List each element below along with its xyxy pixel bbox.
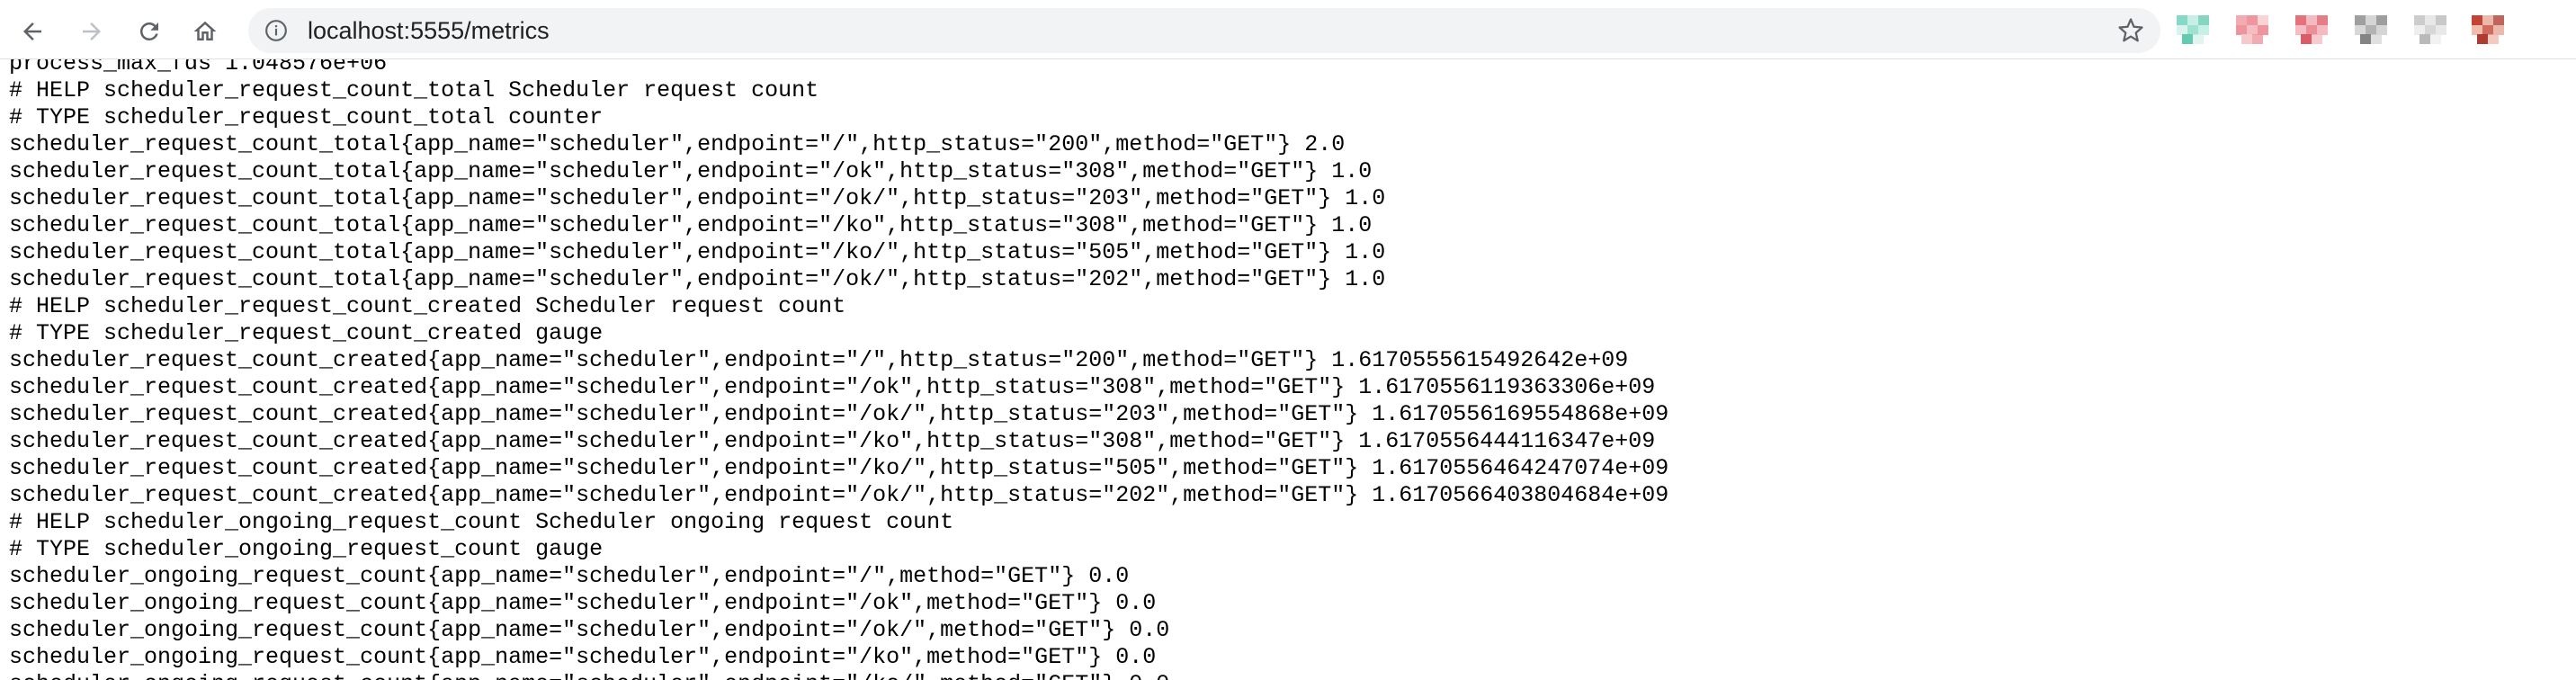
metric-line: scheduler_request_count_created{app_name…: [9, 401, 1669, 427]
arrow-left-icon: [23, 22, 41, 40]
metric-line: scheduler_request_count_created{app_name…: [9, 374, 1656, 400]
metric-line: scheduler_ongoing_request_count{app_name…: [9, 590, 1157, 616]
metric-line: # TYPE scheduler_request_count_created g…: [9, 320, 604, 346]
metric-line: scheduler_request_count_total{app_name="…: [9, 158, 1373, 184]
metric-line: scheduler_ongoing_request_count{app_name…: [9, 617, 1170, 643]
metric-line: scheduler_request_count_total{app_name="…: [9, 212, 1373, 238]
back-button[interactable]: [14, 13, 50, 49]
browser-toolbar: localhost:5555/metrics: [0, 0, 2576, 59]
metric-line: scheduler_request_count_created{app_name…: [9, 455, 1669, 481]
metric-line: # TYPE scheduler_ongoing_request_count g…: [9, 536, 604, 562]
metric-line: scheduler_request_count_total{app_name="…: [9, 185, 1386, 211]
extension-icon[interactable]: [2177, 15, 2209, 44]
metric-line: scheduler_request_count_total{app_name="…: [9, 131, 1346, 157]
metric-line: scheduler_ongoing_request_count{app_name…: [9, 671, 1668, 680]
metric-line: scheduler_request_count_created{app_name…: [9, 428, 1656, 454]
extension-icon[interactable]: [2295, 15, 2328, 44]
arrow-right-icon: [83, 22, 101, 40]
metrics-text: process_max_fds 1.048576e+06 # HELP sched…: [9, 50, 1668, 680]
metric-line: # HELP scheduler_ongoing_request_count S…: [9, 509, 954, 535]
metric-line: scheduler_request_count_total{app_name="…: [9, 239, 1386, 265]
metric-line: # HELP scheduler_request_count_created S…: [9, 293, 846, 319]
metric-line: scheduler_request_count_total{app_name="…: [9, 266, 1386, 292]
metric-line: scheduler_request_count_created{app_name…: [9, 482, 1669, 508]
address-bar[interactable]: localhost:5555/metrics: [248, 8, 2160, 53]
extension-icon[interactable]: [2355, 15, 2387, 44]
reload-button[interactable]: [131, 13, 167, 49]
url-text[interactable]: localhost:5555/metrics: [308, 8, 550, 53]
metric-line: scheduler_request_count_created{app_name…: [9, 347, 1629, 373]
home-icon: [193, 21, 217, 40]
forward-button[interactable]: [74, 13, 110, 49]
reload-icon: [139, 22, 158, 40]
metric-line: # TYPE scheduler_request_count_total cou…: [9, 104, 604, 130]
metric-line: # HELP scheduler_request_count_total Sch…: [9, 77, 819, 103]
star-icon[interactable]: [2117, 17, 2144, 44]
info-icon[interactable]: [264, 19, 288, 42]
metric-line: scheduler_ongoing_request_count{app_name…: [9, 644, 1157, 670]
extension-icon[interactable]: [2414, 15, 2446, 44]
extension-icon[interactable]: [2472, 15, 2504, 44]
metric-line: scheduler_ongoing_request_count{app_name…: [9, 563, 1130, 589]
extension-icon[interactable]: [2236, 15, 2268, 44]
page-content: process_max_fds 1.048576e+06 # HELP sched…: [0, 50, 2576, 680]
home-button[interactable]: [187, 13, 223, 49]
